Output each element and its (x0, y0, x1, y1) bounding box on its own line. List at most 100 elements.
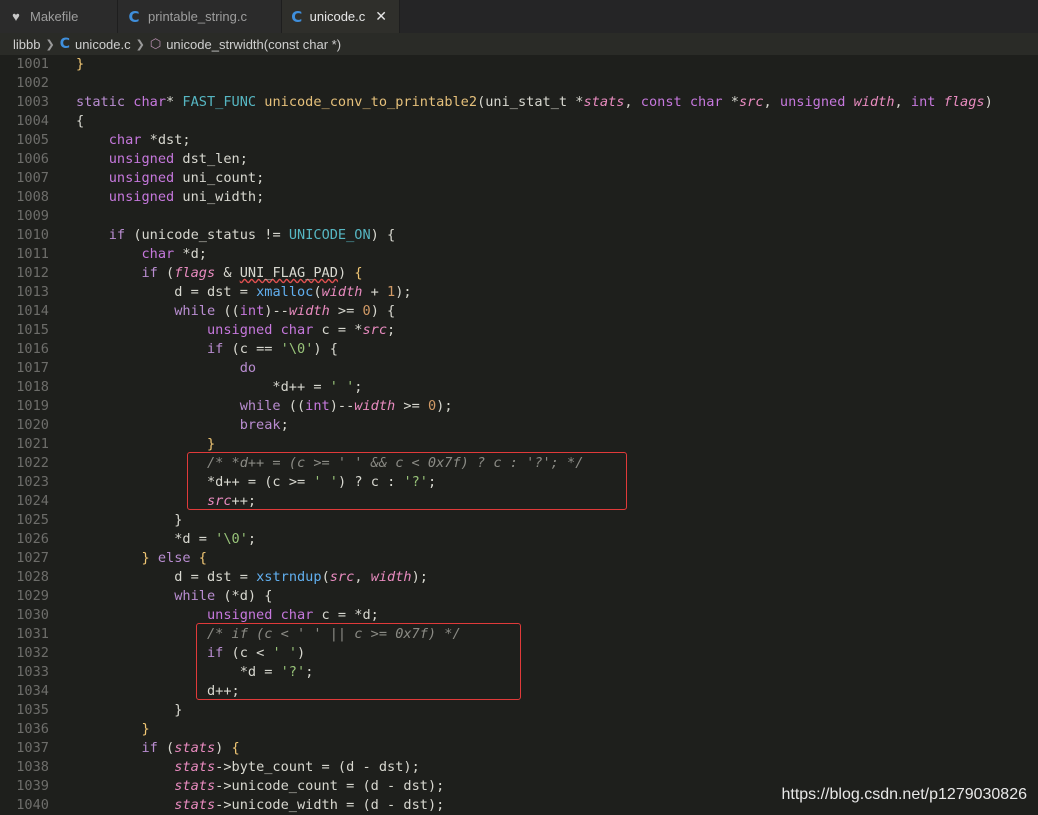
line-number: 1008 (16, 189, 49, 205)
code-token: flags (943, 94, 985, 110)
code-token: ); (436, 398, 453, 414)
code-token: (d (362, 797, 388, 813)
code-token: + (362, 284, 388, 300)
code-token: - (387, 778, 404, 794)
code-token: width (370, 569, 412, 585)
code-line[interactable]: 1020 break; (0, 416, 1038, 435)
code-token: while (174, 303, 224, 319)
code-line[interactable]: 1027 } else { (0, 549, 1038, 568)
code-token: c (321, 322, 338, 338)
code-token: { (354, 265, 363, 281)
code-text: } (76, 701, 182, 720)
code-token: - (387, 797, 404, 813)
code-line[interactable]: 1017 do (0, 359, 1038, 378)
line-number: 1021 (16, 436, 49, 452)
code-line[interactable]: 1030 unsigned char c = *d; (0, 606, 1038, 625)
code-line[interactable]: 1025 } (0, 511, 1038, 530)
code-line[interactable]: 1007 unsigned uni_count; (0, 169, 1038, 188)
breadcrumb-file[interactable]: unicode.c (75, 37, 131, 52)
code-line[interactable]: 1003 static char* FAST_FUNC unicode_conv_… (0, 93, 1038, 112)
line-number: 1027 (16, 550, 49, 566)
code-line[interactable]: 1013 d = dst = xmalloc(width + 1); (0, 283, 1038, 302)
code-line[interactable]: 1016 if (c == '\0') { (0, 340, 1038, 359)
code-token: stats (174, 740, 216, 756)
tab-label: unicode.c (309, 9, 366, 24)
code-line[interactable]: 1004 { (0, 112, 1038, 131)
code-line[interactable]: 1035 } (0, 701, 1038, 720)
code-token: do (239, 360, 257, 376)
code-text: static char* FAST_FUNC unicode_conv_to_p… (76, 93, 993, 112)
code-token: = (190, 284, 207, 300)
code-token: ; (354, 379, 363, 395)
code-line[interactable]: 1002 (0, 74, 1038, 93)
code-token: * (231, 588, 240, 604)
line-number: 1033 (16, 664, 49, 680)
code-line[interactable]: 1029 while (*d) { (0, 587, 1038, 606)
code-line[interactable]: 1006 unsigned dst_len; (0, 150, 1038, 169)
code-token: FAST_FUNC (182, 94, 265, 110)
code-token: xmalloc (256, 284, 314, 300)
code-line[interactable]: 1037 if (stats) { (0, 739, 1038, 758)
line-number: 1022 (16, 455, 49, 471)
code-token: xstrndup (256, 569, 322, 585)
code-line[interactable]: 1012 if (flags & UNI_FLAG_PAD) { (0, 264, 1038, 283)
code-line[interactable]: 1015 unsigned char c = *src; (0, 321, 1038, 340)
line-number: 1014 (16, 303, 49, 319)
code-line[interactable]: 1018 *d++ = ' '; (0, 378, 1038, 397)
code-token: * (182, 246, 191, 262)
close-icon[interactable]: ✕ (375, 9, 387, 25)
breadcrumb-symbol[interactable]: unicode_strwidth(const char *) (166, 37, 341, 52)
code-token: dst (206, 284, 240, 300)
code-token: = * (337, 322, 363, 338)
code-line[interactable]: 1028 d = dst = xstrndup(src, width); (0, 568, 1038, 587)
tab-printable-string[interactable]: C printable_string.c (118, 0, 282, 33)
code-line[interactable]: 1005 char *dst; (0, 131, 1038, 150)
line-number: 1001 (16, 56, 49, 72)
tab-unicode[interactable]: C unicode.c ✕ (282, 0, 400, 33)
code-token: dst); (378, 759, 420, 775)
line-number: 1030 (16, 607, 49, 623)
code-token: d; (362, 607, 379, 623)
code-line[interactable]: 1036 } (0, 720, 1038, 739)
line-number: 1005 (16, 132, 49, 148)
code-token: >= (329, 303, 363, 319)
code-token: = (190, 569, 207, 585)
code-line[interactable]: 1008 unsigned uni_width; (0, 188, 1038, 207)
code-line[interactable]: 1001} (0, 55, 1038, 74)
code-token: c (321, 607, 338, 623)
code-line[interactable]: 1038 stats->byte_count = (d - dst); (0, 758, 1038, 777)
code-line[interactable]: 1026 *d = '\0'; (0, 530, 1038, 549)
code-token: uni_count; (182, 170, 265, 186)
code-token: 0 (362, 303, 371, 319)
code-token: if (141, 740, 167, 756)
code-token: (d (337, 759, 363, 775)
tab-makefile[interactable]: ♥ Makefile (0, 0, 118, 33)
code-line[interactable]: 1019 while ((int)--width >= 0); (0, 397, 1038, 416)
line-number: 1036 (16, 721, 49, 737)
breadcrumb-folder[interactable]: libbb (13, 37, 40, 52)
code-token: src (738, 94, 764, 110)
code-line[interactable]: 1014 while ((int)--width >= 0) { (0, 302, 1038, 321)
code-token: } (141, 550, 158, 566)
code-token: ) { (370, 303, 396, 319)
code-line[interactable]: 1009 (0, 207, 1038, 226)
code-token: ( (313, 284, 322, 300)
code-line[interactable]: 1010 if (unicode_status != UNICODE_ON) { (0, 226, 1038, 245)
tab-label: Makefile (30, 9, 79, 24)
code-editor[interactable]: 1001} 1002 1003 static char* FAST_FUNC unic… (0, 55, 1038, 815)
line-number: 1018 (16, 379, 49, 395)
code-text: if (stats) { (76, 739, 239, 758)
code-token: ) { (370, 227, 396, 243)
code-text: while ((int)--width >= 0) { (76, 302, 395, 321)
breadcrumb: libbb ❯ C unicode.c ❯ ⬡ unicode_strwidth… (0, 33, 1038, 55)
code-token: ; (387, 322, 396, 338)
line-number: 1028 (16, 569, 49, 585)
code-line[interactable]: 1011 char *d; (0, 245, 1038, 264)
code-token: unsigned char (206, 607, 322, 623)
